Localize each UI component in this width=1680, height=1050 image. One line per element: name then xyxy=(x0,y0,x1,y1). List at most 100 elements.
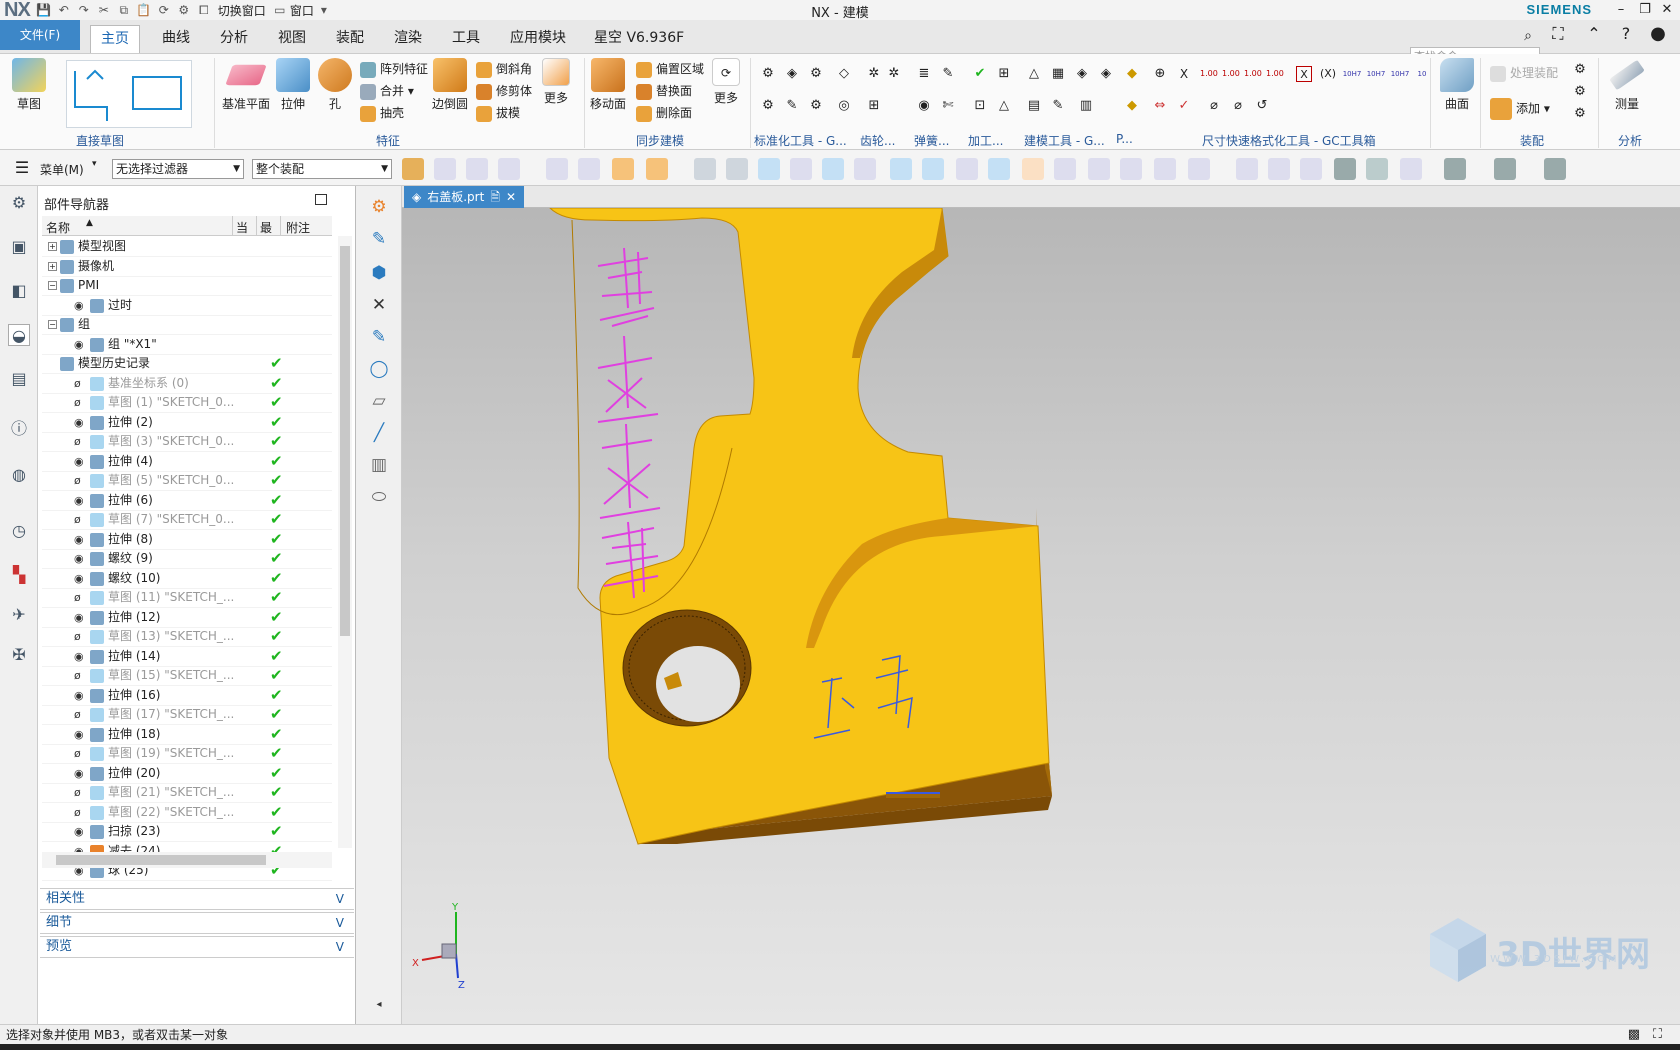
std-tool-icon-4[interactable]: ◇ xyxy=(836,66,852,82)
spring-group-label[interactable]: 弹簧... xyxy=(914,132,949,149)
filter-icon[interactable] xyxy=(466,158,488,180)
web-browser-icon[interactable]: ◍ xyxy=(8,464,30,486)
minimize-button[interactable]: – xyxy=(1610,0,1632,20)
search-icon[interactable]: ⌕ xyxy=(1520,28,1536,44)
sketch-button[interactable]: 草图 xyxy=(12,58,46,112)
tree-row[interactable]: 模型历史记录 ✔ xyxy=(42,353,332,374)
sketch-tool-icon[interactable]: ✎ xyxy=(368,326,390,348)
machining-icon-3[interactable]: ⊡ xyxy=(972,98,988,114)
navigator-horizontal-scrollbar[interactable] xyxy=(42,852,332,868)
visible-eye-icon[interactable]: ◉ xyxy=(74,568,84,589)
visible-eye-icon[interactable]: ◉ xyxy=(74,490,84,511)
view-cube-icon-1[interactable] xyxy=(694,158,716,180)
snap-quadrant-icon[interactable] xyxy=(1022,158,1044,180)
extrude-button[interactable]: 拉伸 xyxy=(276,58,310,112)
tab-tools[interactable]: 工具 xyxy=(442,25,490,53)
tree-row[interactable]: ◉ 拉伸 (16) ✔ xyxy=(42,685,332,706)
tree-row[interactable]: ø 草图 (1) "SKETCH_0... ✔ xyxy=(42,392,332,413)
visible-eye-icon[interactable]: ◉ xyxy=(74,646,84,667)
machining-group-label[interactable]: 加工... xyxy=(968,132,1003,149)
snap-endpoint-icon[interactable] xyxy=(822,158,844,180)
sync-more-button[interactable]: ⟳ 更多 xyxy=(712,58,740,106)
help-icon[interactable]: ? xyxy=(1618,26,1634,42)
expand-toggle-icon[interactable]: − xyxy=(48,320,57,329)
tab-curve[interactable]: 曲线 xyxy=(152,25,200,53)
close-tab-icon[interactable]: ✕ xyxy=(506,186,516,208)
selection-scope-select[interactable]: 整个装配 ▼ xyxy=(252,159,392,179)
visible-eye-icon[interactable]: ◉ xyxy=(74,412,84,433)
snap-line-icon[interactable] xyxy=(790,158,812,180)
column-current[interactable]: 当 xyxy=(236,219,248,236)
spring-icon-3[interactable]: ◉ xyxy=(916,98,932,114)
assembly-icon-1[interactable]: ⚙ xyxy=(1572,62,1588,78)
dim-tool-10h7-b[interactable]: 10H7 xyxy=(1366,66,1386,82)
snap-grid-icon[interactable] xyxy=(1188,158,1210,180)
assembly-icon-3[interactable]: ⚙ xyxy=(1572,106,1588,122)
spring-icon-1[interactable]: ≣ xyxy=(916,66,932,82)
machining-icon-2[interactable]: ⊞ xyxy=(996,66,1012,82)
full-screen-icon[interactable]: ⛶ xyxy=(1550,26,1566,42)
visible-eye-icon[interactable]: ◉ xyxy=(74,334,84,355)
process-studio-icon[interactable]: ✈ xyxy=(8,604,30,626)
unite-button[interactable]: 合并 ▾ xyxy=(360,82,414,100)
chamfer-button[interactable]: 倒斜角 xyxy=(476,60,532,78)
snap-intersection-icon[interactable] xyxy=(956,158,978,180)
tree-row[interactable]: + 模型视图 xyxy=(42,236,332,257)
repeat-command-icon[interactable]: ⟳ xyxy=(154,1,174,19)
tree-row[interactable]: ø 草图 (21) "SKETCH_... ✔ xyxy=(42,782,332,803)
column-notes[interactable]: 附注 xyxy=(286,219,310,236)
replace-face-button[interactable]: 替换面 xyxy=(636,82,692,100)
visible-eye-icon[interactable]: ◉ xyxy=(74,529,84,550)
preview-section[interactable]: 预览 V xyxy=(40,936,354,958)
collapse-strip-icon[interactable]: ◂ xyxy=(368,994,390,1016)
hidden-eye-icon[interactable]: ø xyxy=(74,431,81,452)
tree-row[interactable]: ◉ 扫掠 (23) ✔ xyxy=(42,821,332,842)
dim-tool-2[interactable]: 1.00 xyxy=(1222,66,1240,82)
hidden-eye-icon[interactable]: ø xyxy=(74,743,81,764)
dim-tool-paren-x[interactable]: (X) xyxy=(1318,66,1338,82)
tree-row[interactable]: ◉ 拉伸 (14) ✔ xyxy=(42,646,332,667)
switch-window-icon[interactable]: ⧠ xyxy=(194,1,214,19)
part-navigator-icon[interactable]: ◒ xyxy=(8,324,30,346)
modeling-tool-icon-7[interactable]: ▥ xyxy=(1078,98,1094,114)
window-menu-button[interactable]: 窗口 xyxy=(290,2,314,19)
palette-icon[interactable]: ▚ xyxy=(8,564,30,586)
move-face-button[interactable]: 移动面 xyxy=(590,58,626,112)
line-icon[interactable]: ╱ xyxy=(368,422,390,444)
zoom-fit-icon[interactable] xyxy=(1400,158,1422,180)
select-part-icon[interactable] xyxy=(402,158,424,180)
visible-eye-icon[interactable]: ◉ xyxy=(74,607,84,628)
dim-tool-icon-8[interactable]: ⌀ xyxy=(1230,98,1246,114)
dim-tool-10[interactable]: 10 xyxy=(1414,66,1430,82)
snap-point-icon[interactable] xyxy=(758,158,780,180)
select-body-icon[interactable] xyxy=(612,158,634,180)
tab-assembly[interactable]: 装配 xyxy=(326,25,374,53)
dim-tools-group-label[interactable]: 尺寸快速格式化工具 - GC工具箱 xyxy=(1202,132,1376,149)
datum-plane-button[interactable]: 基准平面 xyxy=(222,58,270,112)
gear-icon-1[interactable]: ✲ xyxy=(866,66,882,82)
tree-row[interactable]: ◉ 过时 xyxy=(42,295,332,316)
switch-window-button[interactable]: 切换窗口 xyxy=(218,2,266,19)
shell-button[interactable]: 抽壳 xyxy=(360,104,404,122)
dependencies-section[interactable]: 相关性 V xyxy=(40,888,354,910)
tree-row[interactable]: ◉ 拉伸 (8) ✔ xyxy=(42,529,332,550)
redo-icon[interactable]: ↷ xyxy=(74,1,94,19)
tab-applications[interactable]: 应用模块 xyxy=(500,25,576,53)
measure-button[interactable]: 测量 xyxy=(1609,58,1645,112)
menu-button[interactable]: 菜单(M) xyxy=(40,161,84,178)
visible-eye-icon[interactable]: ◉ xyxy=(74,724,84,745)
hidden-eye-icon[interactable]: ø xyxy=(74,373,81,394)
edit-section-icon[interactable] xyxy=(1544,158,1566,180)
dim-tool-icon-7[interactable]: ⌀ xyxy=(1206,98,1222,114)
std-tool-icon-2[interactable]: ◈ xyxy=(784,66,800,82)
reuse-library-icon[interactable]: ▤ xyxy=(8,368,30,390)
visible-eye-icon[interactable]: ◉ xyxy=(74,295,84,316)
gear-group-label[interactable]: 齿轮... xyxy=(860,132,895,149)
delete-face-button[interactable]: 删除面 xyxy=(636,104,692,122)
maximize-panel-icon[interactable] xyxy=(315,194,327,205)
hd3d-tools-icon[interactable]: ⓘ xyxy=(8,418,30,440)
snap-on-face-icon[interactable] xyxy=(1120,158,1142,180)
tree-row[interactable]: ø 草图 (7) "SKETCH_0... ✔ xyxy=(42,509,332,530)
std-tool-icon-6[interactable]: ✎ xyxy=(784,98,800,114)
modeling-tool-icon-4[interactable]: ◈ xyxy=(1098,66,1114,82)
